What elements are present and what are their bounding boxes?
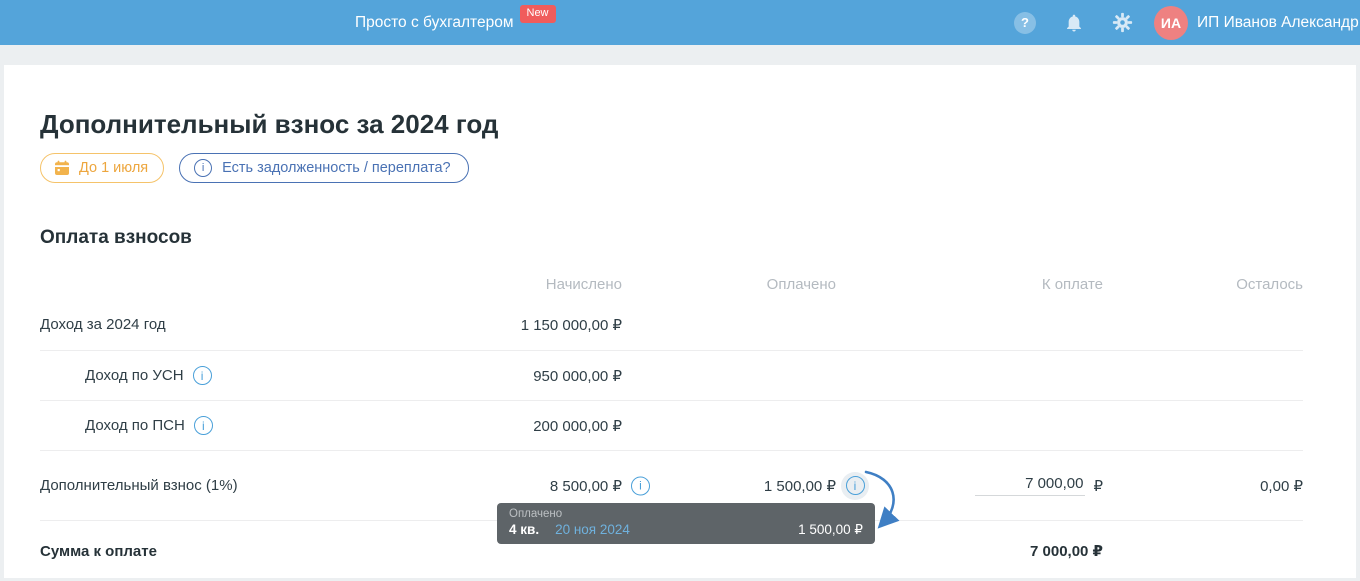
app-window: { "topbar": { "brand": "Просто с бухгалт… — [0, 0, 1360, 578]
col-accrued: Начислено — [545, 276, 622, 293]
row-label-text: Доход по УСН — [85, 367, 184, 384]
to-pay-input[interactable] — [975, 475, 1086, 496]
tooltip-label: Оплачено — [509, 508, 563, 520]
badges-row: До 1 июля i Есть задолженность / перепла… — [40, 153, 1303, 183]
debt-question-badge[interactable]: i Есть задолженность / переплата? — [179, 153, 469, 183]
user-name[interactable]: ИП Иванов Александр — [1197, 14, 1359, 32]
row-label: Дополнительный взнос (1%) — [40, 477, 238, 494]
pointer-arrow-icon — [864, 470, 900, 529]
help-icon[interactable]: ? — [1014, 11, 1036, 34]
accrued-value: 200 000,00 ₽ — [533, 417, 622, 435]
col-remaining: Осталось — [1236, 276, 1303, 293]
topbar-actions: ? ИА ИП Иванов Александр — [1014, 0, 1359, 45]
usn-info-icon[interactable]: i — [192, 366, 212, 385]
table-row: Доход за 2024 год 1 150 000,00 ₽ — [40, 299, 1303, 351]
row-label: Доход за 2024 год — [40, 316, 166, 333]
brand-title: Просто с бухгалтером — [355, 13, 514, 31]
gear-icon[interactable] — [1112, 12, 1133, 33]
brand: Просто с бухгалтером New — [355, 0, 556, 45]
avatar[interactable]: ИА — [1154, 5, 1188, 40]
info-icon: i — [194, 159, 213, 177]
page-title: Дополнительный взнос за 2024 год — [40, 109, 499, 139]
accrued-value: 8 500,00 ₽ — [549, 477, 622, 495]
paid-value: 1 500,00 ₽ — [763, 477, 836, 495]
avatar-initials: ИА — [1160, 14, 1182, 31]
psn-info-icon[interactable]: i — [193, 416, 213, 435]
tooltip-row: 4 кв. 20 ноя 2024 1 500,00 ₽ — [509, 522, 863, 538]
paid-cell: 1 500,00 ₽ i — [622, 471, 869, 500]
tooltip-date-link[interactable]: 20 ноя 2024 — [555, 522, 630, 537]
accrued-value: 1 150 000,00 ₽ — [520, 316, 622, 334]
table-row: Доход по УСН i 950 000,00 ₽ — [40, 351, 1303, 401]
tooltip-quarter: 4 кв. — [509, 522, 540, 537]
row-label: Доход по УСН i — [40, 366, 450, 385]
table-header: Начислено Оплачено К оплате Осталось — [40, 276, 1303, 299]
calendar-icon — [55, 160, 69, 175]
deadline-badge: До 1 июля — [40, 153, 165, 183]
col-to-pay: К оплате — [1041, 276, 1103, 293]
debt-label: Есть задолженность / переплата? — [222, 160, 451, 176]
row-label: Доход по ПСН i — [40, 416, 450, 435]
new-badge: New — [519, 4, 556, 23]
help-glyph: ? — [1021, 15, 1029, 30]
deadline-label: До 1 июля — [79, 160, 149, 176]
section-title: Оплата взносов — [40, 227, 192, 248]
paid-tooltip: Оплачено 4 кв. 20 ноя 2024 1 500,00 ₽ — [497, 503, 875, 544]
remaining-value: 0,00 ₽ — [1260, 477, 1303, 495]
accrued-value: 950 000,00 ₽ — [533, 367, 622, 385]
total-label: Сумма к оплате — [40, 542, 157, 560]
table-row: Доход по ПСН i 200 000,00 ₽ — [40, 401, 1303, 451]
total-to-pay: 7 000,00 ₽ — [1030, 543, 1103, 560]
currency-symbol: ₽ — [1093, 477, 1103, 495]
col-paid: Оплачено — [766, 276, 836, 293]
row-label-text: Доход по ПСН — [85, 417, 185, 434]
topbar: Просто с бухгалтером New ? ИА ИП Иванов … — [0, 0, 1360, 45]
content-card: Дополнительный взнос за 2024 год До 1 ию… — [4, 65, 1356, 578]
accrued-cell: 8 500,00 ₽ i — [450, 476, 650, 495]
bell-icon[interactable] — [1064, 13, 1084, 33]
